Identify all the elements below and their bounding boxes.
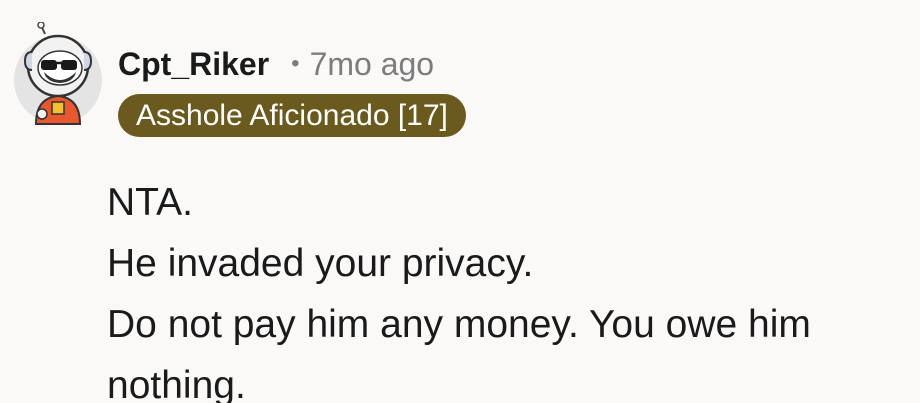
user-flair-badge: Asshole Aficionado [17] (118, 94, 466, 137)
comment-line: NTA. (107, 181, 193, 224)
meta-separator: • (291, 50, 300, 77)
snoo-astronaut-avatar-icon (14, 21, 102, 125)
comment-body: NTA. He invaded your privacy. Do not pay… (107, 172, 897, 403)
author-username[interactable]: Cpt_Riker (118, 46, 269, 83)
comment-line: Do not pay him any money. You owe him no… (107, 303, 811, 403)
user-avatar[interactable] (12, 21, 104, 126)
comment-line: He invaded your privacy. (107, 242, 534, 285)
comment-header: Cpt_Riker • 7mo ago (118, 42, 434, 86)
comment-timestamp[interactable]: 7mo ago (310, 46, 435, 83)
